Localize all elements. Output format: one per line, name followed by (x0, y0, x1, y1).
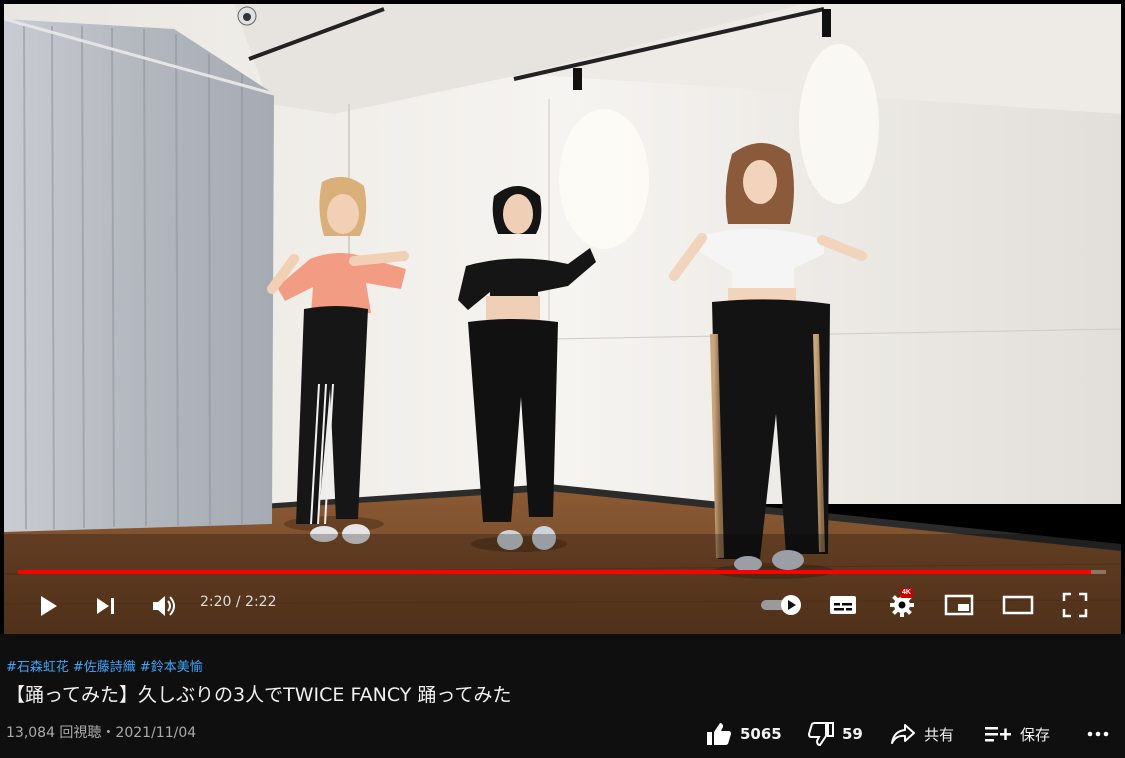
video-frame[interactable] (4, 4, 1121, 634)
thumbs-up-icon (707, 723, 731, 745)
next-icon[interactable] (92, 592, 120, 620)
share-action[interactable]: 共有 (890, 722, 954, 746)
hashtag-link[interactable]: #鈴本美愉 (140, 660, 203, 675)
subtitles-icon[interactable] (826, 592, 860, 618)
hashtag-link[interactable]: #佐藤詩織 (73, 660, 136, 675)
share-icon (891, 724, 915, 744)
dislike-count: 59 (842, 725, 863, 743)
share-label: 共有 (924, 725, 955, 744)
save-icon (985, 727, 1011, 742)
time-display: 2:20 / 2:22 (200, 594, 277, 610)
video-title: 【踊ってみた】久しぶりの3人でTWICE FANCY 踊ってみた (6, 684, 512, 706)
play-icon[interactable] (34, 592, 62, 620)
video-player[interactable]: 2:20 / 2:22 4K (0, 0, 1125, 634)
like-action[interactable]: 5065 (706, 722, 782, 746)
more-icon (1087, 731, 1109, 737)
hashtag-link[interactable]: #石森虹花 (6, 660, 69, 675)
hashtags: #石森虹花 #佐藤詩織 #鈴本美愉 (6, 656, 207, 675)
progress-played (18, 570, 1091, 574)
video-meta: 13,084 回視聴・2021/11/04 (6, 725, 197, 741)
more-button[interactable] (1086, 718, 1110, 750)
volume-icon[interactable] (148, 591, 178, 621)
save-action[interactable]: 保存 (984, 723, 1050, 745)
share-button[interactable]: 共有 (890, 718, 954, 750)
save-button[interactable]: 保存 (984, 718, 1050, 750)
player-controls: 2:20 / 2:22 4K (0, 580, 1125, 630)
save-label: 保存 (1020, 725, 1051, 744)
like-button[interactable]: 5065 (706, 718, 782, 750)
like-count: 5065 (740, 725, 782, 743)
fullscreen-icon[interactable] (1060, 591, 1090, 619)
miniplayer-icon[interactable] (942, 592, 976, 618)
settings-icon[interactable]: 4K (886, 588, 918, 620)
dislike-action[interactable]: 59 (808, 722, 863, 746)
autoplay-toggle-icon[interactable] (758, 592, 804, 618)
dislike-button[interactable]: 59 (808, 718, 863, 750)
thumbs-down-icon (808, 722, 834, 746)
quality-badge: 4K (900, 588, 913, 598)
theater-icon[interactable] (1000, 592, 1036, 618)
progress-bar[interactable] (18, 570, 1106, 574)
